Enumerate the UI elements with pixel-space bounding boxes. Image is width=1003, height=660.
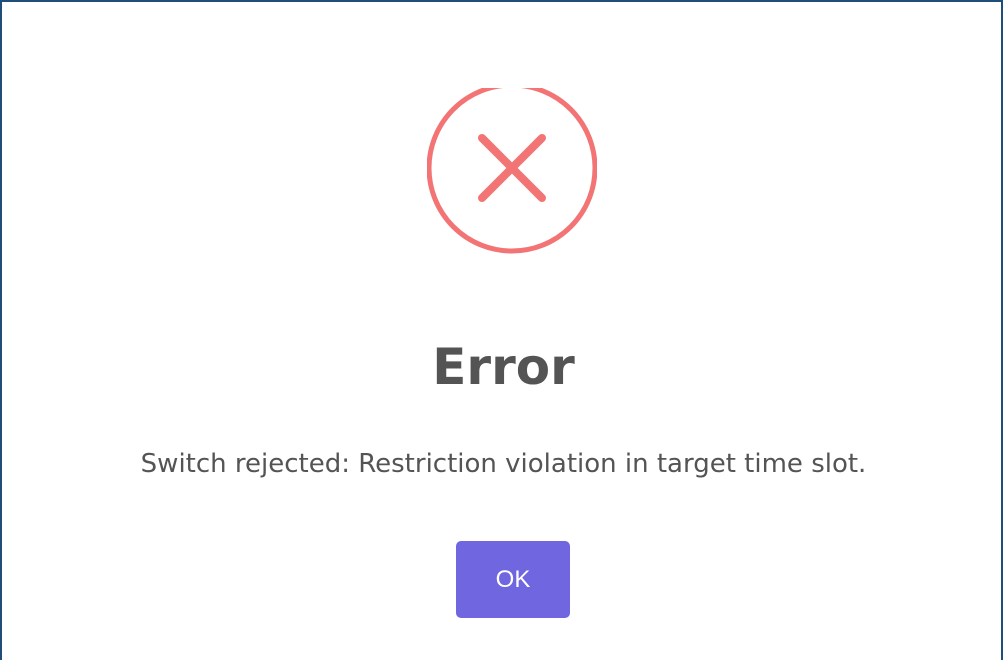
dialog-message: Switch rejected: Restriction violation i… xyxy=(140,449,867,479)
error-dialog: Error Switch rejected: Restriction viola… xyxy=(0,0,1003,660)
dialog-title: Error xyxy=(432,338,575,396)
error-x-icon xyxy=(427,88,597,258)
ok-button[interactable]: OK xyxy=(456,541,570,618)
